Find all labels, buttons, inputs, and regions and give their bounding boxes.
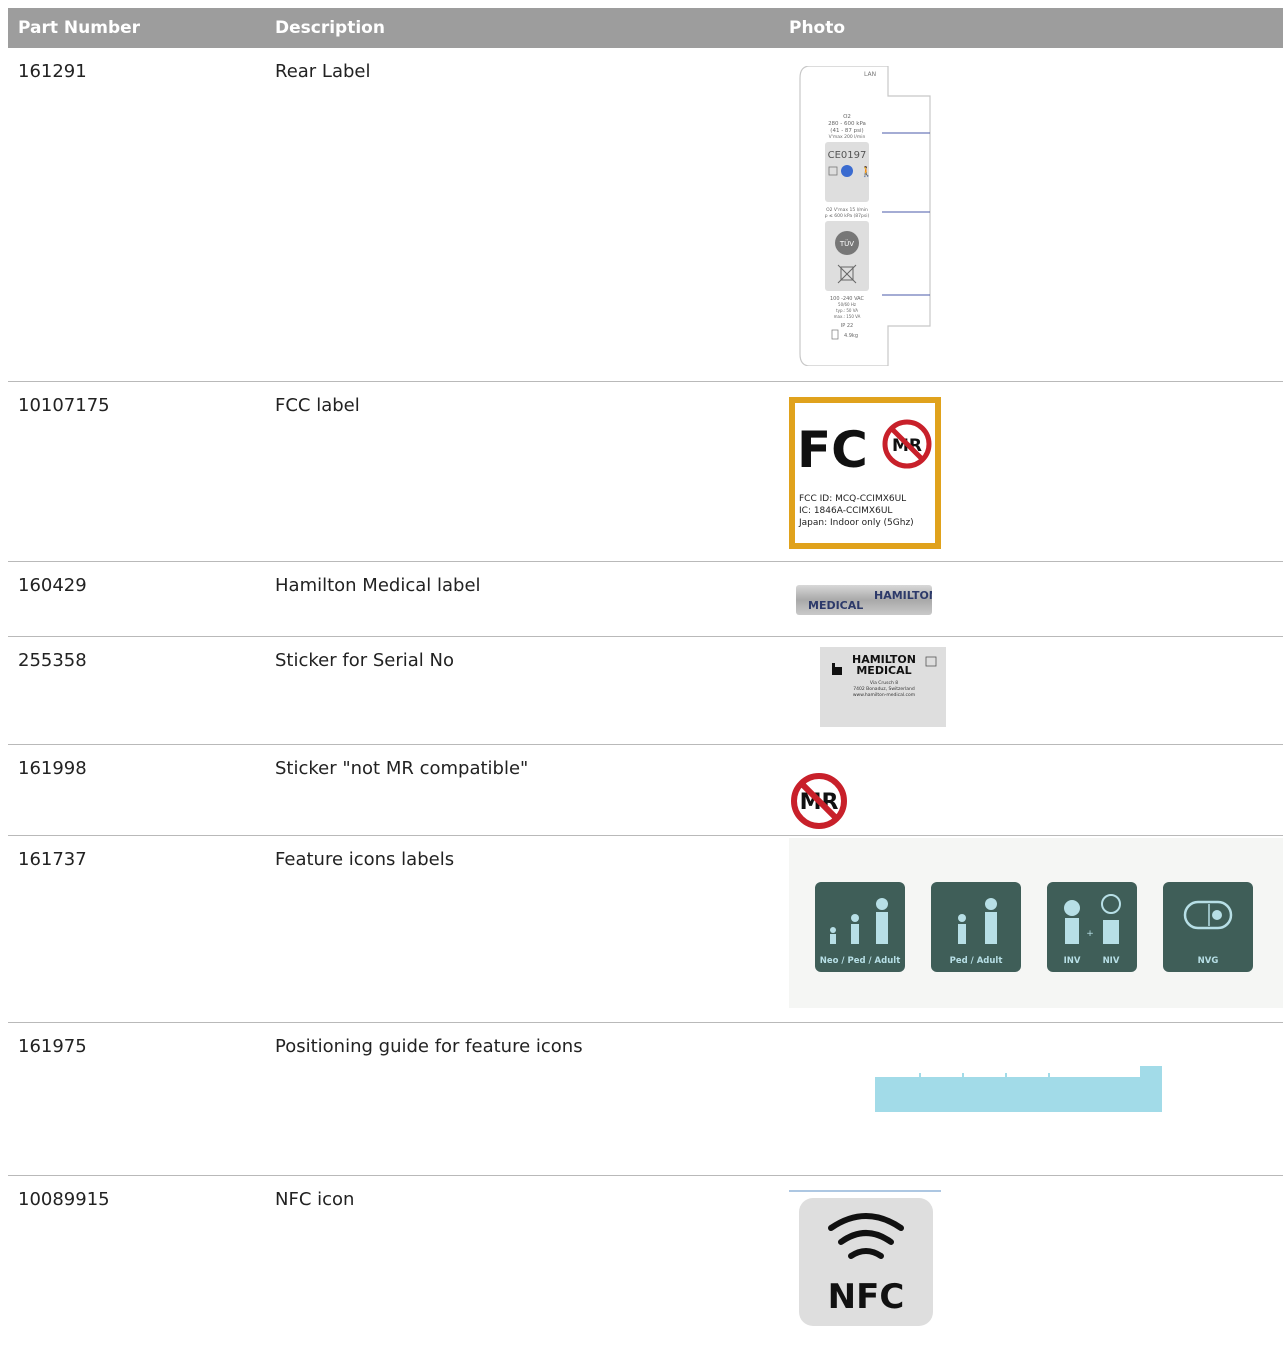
svg-text:FC: FC xyxy=(797,421,868,479)
part-number: 160429 xyxy=(18,575,87,596)
svg-text:FCC ID: MCQ-CCIMX6UL: FCC ID: MCQ-CCIMX6UL xyxy=(799,494,906,504)
svg-text:CE0197: CE0197 xyxy=(828,150,867,161)
hamilton-label-photo: HAMILTON MEDICAL xyxy=(796,585,932,615)
table-row: 161998 Sticker "not MR compatible" MR xyxy=(8,745,1283,836)
part-number: 10089915 xyxy=(18,1189,110,1210)
table-row: 161291 Rear Label LAN O2 280 - 600 kPa (… xyxy=(8,48,1283,382)
svg-text:www.hamilton-medical.com: www.hamilton-medical.com xyxy=(853,692,915,698)
header-part-number: Part Number xyxy=(18,18,141,38)
svg-text:O2: O2 xyxy=(843,114,851,120)
table-header: Part Number Description Photo xyxy=(8,8,1283,48)
description: Rear Label xyxy=(275,61,371,82)
table-row: 255358 Sticker for Serial No HAMILTON ME… xyxy=(8,637,1283,745)
description: Feature icons labels xyxy=(275,849,455,870)
rear-label-photo: LAN O2 280 - 600 kPa (41 - 87 psi) V'max… xyxy=(796,66,946,366)
part-number: 10107175 xyxy=(18,395,110,416)
fcc-label-photo: FC MR FCC ID: MCQ-CCIMX6UL IC: 1846A-CCI… xyxy=(789,397,941,549)
svg-text:Ped / Adult: Ped / Adult xyxy=(950,956,1003,966)
svg-text:IP 22: IP 22 xyxy=(841,323,853,329)
description: Hamilton Medical label xyxy=(275,575,481,596)
svg-text:O2 V'max 15 l/min: O2 V'max 15 l/min xyxy=(826,207,868,213)
feature-icons-photo: Neo / Ped / Adult Ped / Adult + INV NIV xyxy=(789,838,1283,1008)
svg-text:NVG: NVG xyxy=(1198,956,1219,966)
positioning-guide-photo xyxy=(874,1066,1166,1116)
table-row: 160429 Hamilton Medical label HAMILTON M… xyxy=(8,562,1283,637)
description: Sticker for Serial No xyxy=(275,650,454,671)
svg-text:p ≤ 600 kPa (87psi): p ≤ 600 kPa (87psi) xyxy=(825,213,870,219)
description: Sticker "not MR compatible" xyxy=(275,758,529,779)
part-number: 161291 xyxy=(18,61,87,82)
svg-text:4.9kg: 4.9kg xyxy=(844,333,858,339)
table-row: 161975 Positioning guide for feature ico… xyxy=(8,1023,1283,1176)
description: NFC icon xyxy=(275,1189,355,1210)
svg-text:IC: 1846A-CCIMX6UL: IC: 1846A-CCIMX6UL xyxy=(799,506,892,516)
svg-text:INV: INV xyxy=(1064,956,1081,966)
table-row: 10107175 FCC label FC MR FCC ID: MCQ-CCI… xyxy=(8,382,1283,562)
nfc-icon: NFC xyxy=(789,1190,941,1330)
svg-text:280 - 600 kPa: 280 - 600 kPa xyxy=(828,121,866,127)
part-number: 255358 xyxy=(18,650,87,671)
part-number: 161975 xyxy=(18,1036,87,1057)
svg-text:50/60 Hz: 50/60 Hz xyxy=(838,302,856,307)
table-row: 161737 Feature icons labels Neo / Ped / … xyxy=(8,836,1283,1023)
svg-text:7402 Bonaduz, Switzerland: 7402 Bonaduz, Switzerland xyxy=(853,686,915,692)
svg-text:+: + xyxy=(1086,929,1094,939)
svg-text:TÜV: TÜV xyxy=(839,239,854,248)
part-number: 161998 xyxy=(18,758,87,779)
svg-text:V'max 200 l/min: V'max 200 l/min xyxy=(829,134,866,140)
svg-text:max.: 150 VA: max.: 150 VA xyxy=(834,314,861,319)
parts-table: Part Number Description Photo 161291 Rea… xyxy=(8,8,1283,1344)
svg-text:🚶: 🚶 xyxy=(860,165,872,178)
part-number: 161737 xyxy=(18,849,87,870)
description: FCC label xyxy=(275,395,360,416)
serial-sticker-photo: HAMILTON MEDICAL Via Crusch 8 7402 Bonad… xyxy=(820,647,946,727)
table-row: 10089915 NFC icon NFC xyxy=(8,1176,1283,1344)
svg-text:typ.: 50 VA: typ.: 50 VA xyxy=(836,308,858,313)
svg-text:Neo / Ped / Adult: Neo / Ped / Adult xyxy=(820,956,901,966)
svg-text:(41 - 87 psi): (41 - 87 psi) xyxy=(830,128,863,134)
svg-text:HAMILTON: HAMILTON xyxy=(874,589,932,602)
description: Positioning guide for feature icons xyxy=(275,1036,583,1057)
svg-text:Via Crusch 8: Via Crusch 8 xyxy=(870,680,898,686)
svg-text:Japan: Indoor only (5Ghz): Japan: Indoor only (5Ghz) xyxy=(798,518,914,528)
header-photo: Photo xyxy=(789,18,846,38)
svg-text:LAN: LAN xyxy=(864,71,876,78)
svg-text:MEDICAL: MEDICAL xyxy=(808,599,863,612)
not-mr-icon: MR xyxy=(789,771,849,831)
header-description: Description xyxy=(275,18,385,38)
svg-text:MEDICAL: MEDICAL xyxy=(856,664,911,677)
svg-text:NIV: NIV xyxy=(1103,956,1120,966)
svg-text:NFC: NFC xyxy=(828,1277,905,1317)
